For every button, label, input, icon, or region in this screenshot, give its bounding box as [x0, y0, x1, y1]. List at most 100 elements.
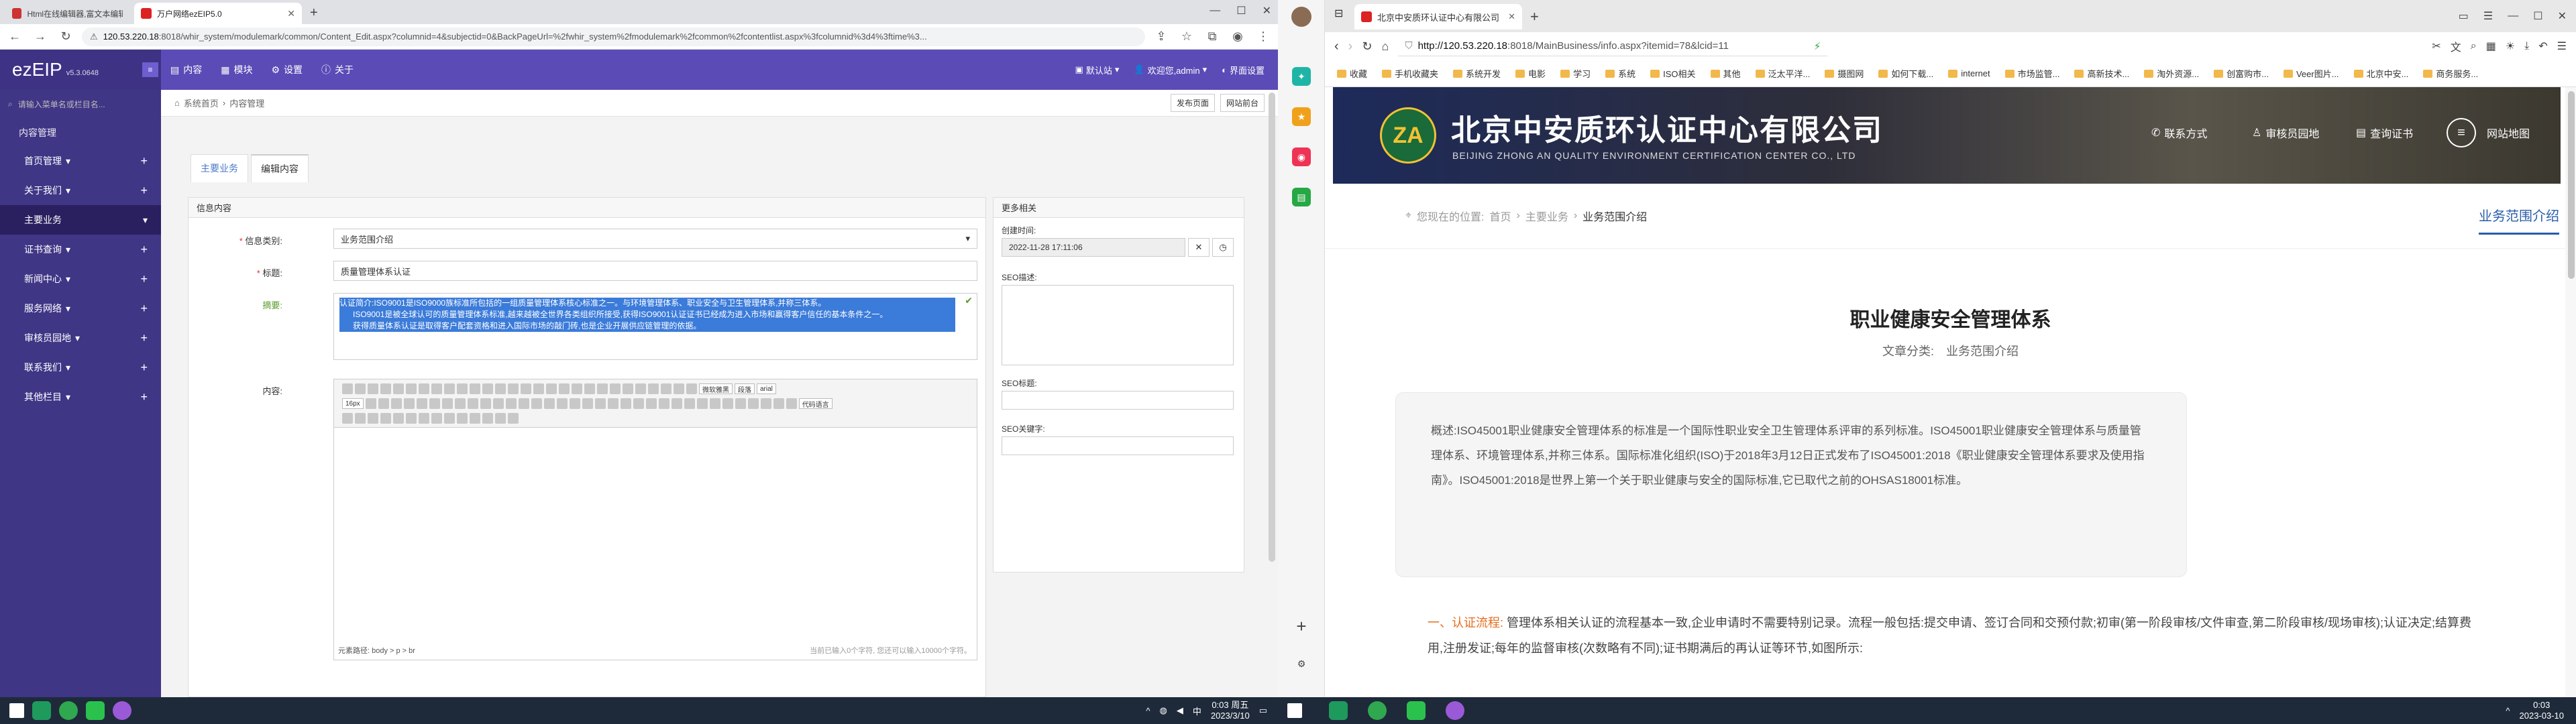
editor-tool-icon[interactable]	[610, 383, 621, 394]
editor-tool-icon[interactable]	[470, 383, 480, 394]
editor-tool-icon[interactable]	[342, 383, 353, 394]
editor-font-select[interactable]: 段落	[735, 383, 755, 394]
editor-tool-icon[interactable]	[582, 398, 593, 409]
note-icon[interactable]: ▤	[1292, 188, 1311, 206]
frontend-button[interactable]: 网站前台	[1220, 94, 1265, 112]
page-scrollbar[interactable]	[2565, 87, 2576, 697]
reload-icon[interactable]: ↻	[1362, 40, 1372, 54]
category-select[interactable]: 业务范围介绍 ▾	[333, 229, 977, 249]
hamburger-icon[interactable]: ≡	[2447, 118, 2476, 147]
expand-icon[interactable]: +	[140, 154, 148, 168]
editor-tool-icon[interactable]	[518, 398, 529, 409]
search-icon[interactable]: ⌕	[2471, 40, 2477, 52]
expand-icon[interactable]: +	[140, 361, 148, 375]
clock[interactable]: 0:03 2023-03-10	[2520, 700, 2565, 721]
editor-tool-icon[interactable]	[470, 413, 480, 424]
editor-tool-icon[interactable]	[722, 398, 733, 409]
app-icon[interactable]	[32, 701, 51, 720]
editor-tool-icon[interactable]	[684, 398, 695, 409]
editor-tool-icon[interactable]	[658, 398, 669, 409]
summary-textarea[interactable]: 认证简介:ISO9001是ISO9000族标准所包括的一组质量管理体系核心标准之…	[333, 293, 977, 360]
favorite-icon[interactable]: ★	[1292, 107, 1311, 126]
layout-icon[interactable]: ▭	[2459, 9, 2469, 23]
editor-font-select[interactable]: arial	[757, 383, 776, 394]
editor-tool-icon[interactable]	[406, 383, 417, 394]
editor-tool-icon[interactable]	[444, 413, 455, 424]
share-icon[interactable]: ⇪	[1152, 27, 1171, 46]
editor-tool-icon[interactable]	[419, 383, 429, 394]
editor-tool-icon[interactable]	[467, 398, 478, 409]
breadcrumb-home[interactable]: 首页	[1489, 208, 1511, 224]
scissors-icon[interactable]: ✂	[2432, 40, 2440, 53]
clear-icon[interactable]: ✕	[1188, 238, 1210, 257]
brightness-icon[interactable]: ☀	[2506, 40, 2515, 53]
sitemap-link[interactable]: 网站地图	[2487, 125, 2530, 141]
editor-tool-icon[interactable]	[365, 398, 376, 409]
bookmark-item[interactable]: 淘外资源...	[2144, 67, 2199, 80]
editor-tool-icon[interactable]	[457, 413, 468, 424]
avatar[interactable]	[1291, 7, 1311, 27]
editor-tool-icon[interactable]	[709, 398, 720, 409]
editor-tool-icon[interactable]	[645, 398, 657, 409]
editor-tool-icon[interactable]	[406, 413, 417, 424]
maximize-icon[interactable]: ☐	[2533, 9, 2542, 23]
home-icon[interactable]: ⌂	[1381, 40, 1389, 54]
editor-tool-icon[interactable]	[620, 398, 631, 409]
lightning-icon[interactable]: ⚡	[1814, 40, 1821, 52]
editor-tool-icon[interactable]	[393, 413, 404, 424]
seo-keywords-input[interactable]	[1002, 436, 1234, 455]
bookmark-item[interactable]: 市场监管...	[2004, 67, 2059, 80]
editor-tool-icon[interactable]	[543, 398, 555, 409]
sidebar-item[interactable]: 新闻中心 ▾ +	[0, 264, 161, 294]
bookmark-item[interactable]: 系统	[1605, 67, 1635, 80]
clock[interactable]: 0:03 周五 2023/3/10	[1211, 700, 1250, 721]
editor-tool-icon[interactable]	[508, 413, 519, 424]
star-icon[interactable]: ☆	[1177, 27, 1196, 46]
tab-edit-content[interactable]: 编辑内容	[251, 154, 309, 182]
editor-tool-icon[interactable]	[482, 413, 493, 424]
editor-tool-icon[interactable]	[431, 383, 442, 394]
editor-tool-icon[interactable]	[686, 383, 697, 394]
browser-icon[interactable]	[1446, 701, 1464, 720]
chevron-up-icon[interactable]: ^	[1146, 706, 1150, 716]
menu-icon[interactable]: ⋮	[1254, 27, 1273, 46]
maximize-icon[interactable]: ☐	[1236, 4, 1246, 17]
weibo-icon[interactable]: ◉	[1292, 147, 1311, 166]
browser-tab-ezeip[interactable]: 万户网络ezEIP5.0 ✕	[134, 3, 302, 24]
editor-tool-icon[interactable]	[416, 398, 427, 409]
editor-tool-icon[interactable]	[546, 383, 557, 394]
bookmark-item[interactable]: 学习	[1560, 67, 1591, 80]
editor-tool-icon[interactable]	[380, 413, 391, 424]
sidebar-item[interactable]: 其他栏目 ▾ +	[0, 382, 161, 412]
forward-icon[interactable]: →	[31, 27, 50, 46]
editor-tool-icon[interactable]	[607, 398, 619, 409]
editor-tool-icon[interactable]	[355, 383, 366, 394]
editor-tool-icon[interactable]	[661, 383, 672, 394]
expand-icon[interactable]: +	[140, 272, 148, 286]
created-input[interactable]: 2022-11-28 17:11:06	[1002, 238, 1185, 257]
app-icon[interactable]	[1329, 701, 1348, 720]
bookmark-item[interactable]: 泛太平洋...	[1755, 67, 1810, 80]
close-window-icon[interactable]: ✕	[2558, 9, 2567, 23]
tab-main-business[interactable]: 主要业务	[191, 154, 248, 182]
editor-tool-icon[interactable]	[584, 383, 595, 394]
close-window-icon[interactable]: ✕	[1263, 4, 1271, 17]
chevron-up-icon[interactable]: ^	[2506, 706, 2510, 716]
editor-tool-icon[interactable]	[495, 383, 506, 394]
notification-icon[interactable]: ▭	[1259, 705, 1267, 716]
editor-tool-icon[interactable]	[403, 398, 415, 409]
nav-contact[interactable]: ✆ 联系方式	[2151, 125, 2207, 141]
editor-tool-icon[interactable]	[747, 398, 759, 409]
new-tab-icon[interactable]: +	[1530, 8, 1539, 25]
browser-tab-company[interactable]: 北京中安质环认证中心有限公司 ✕	[1354, 4, 1522, 29]
app-icon[interactable]	[1368, 701, 1387, 720]
profile-icon[interactable]: ◉	[1228, 27, 1247, 46]
sidebar-item[interactable]: 审核员园地 ▾ +	[0, 323, 161, 353]
editor-tool-icon[interactable]	[482, 383, 493, 394]
editor-tool-icon[interactable]	[648, 383, 659, 394]
download-icon[interactable]: ⤓	[2524, 40, 2529, 52]
bookmark-item[interactable]: 创富购市...	[2214, 67, 2269, 80]
font-size-select[interactable]: 16px	[342, 398, 364, 409]
tab-list-icon[interactable]: ⊟	[1334, 7, 1343, 20]
editor-tool-icon[interactable]	[735, 398, 746, 409]
